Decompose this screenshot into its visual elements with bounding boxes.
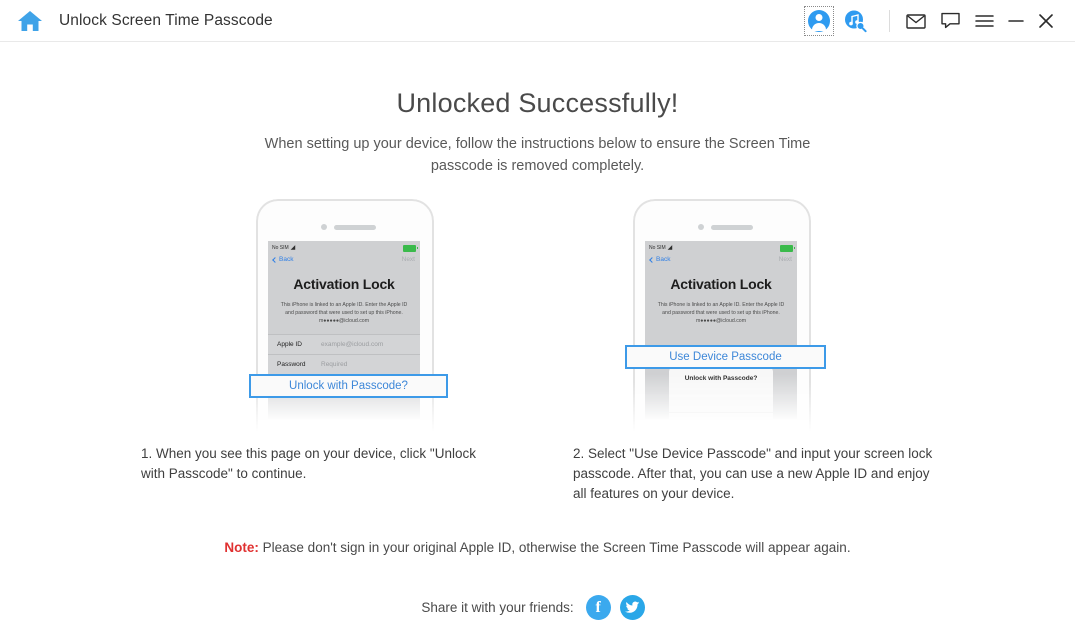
share-row: Share it with your friends: f	[0, 595, 1075, 620]
apple-id-placeholder: example@icloud.com	[321, 341, 384, 348]
success-headline: Unlocked Successfully!	[396, 88, 679, 118]
password-placeholder: Required	[321, 361, 348, 368]
status-carrier: No SIM	[272, 245, 289, 251]
camera-dot-icon	[698, 224, 704, 230]
twitter-bird-glyph	[624, 601, 640, 613]
twitter-share-icon[interactable]	[619, 595, 645, 620]
use-device-passcode-highlight[interactable]: Use Device Passcode	[625, 345, 826, 369]
facebook-share-icon[interactable]: f	[585, 595, 611, 620]
chevron-left-icon	[272, 256, 278, 263]
back-button[interactable]: Back	[272, 256, 294, 263]
alert-title: Unlock with Passcode?	[684, 375, 758, 382]
close-icon[interactable]	[1031, 6, 1061, 36]
phone-screen-left: No SIM ◢ Back Next Activation Lock This …	[268, 241, 420, 426]
password-label: Password	[277, 361, 306, 368]
music-search-icon[interactable]	[838, 6, 872, 36]
share-label: Share it with your friends:	[421, 600, 574, 615]
note-row: Note: Please don't sign in your original…	[0, 540, 1075, 555]
user-account-icon[interactable]	[804, 5, 834, 36]
activation-lock-description: This iPhone is linked to an Apple ID. En…	[280, 302, 408, 324]
step-1-caption: 1. When you see this page on your device…	[141, 446, 476, 481]
credential-fields: Apple ID example@icloud.com Password Req…	[268, 334, 420, 375]
wifi-icon: ◢	[667, 245, 673, 251]
ios-nav-bar: Back Next	[645, 253, 797, 266]
back-button[interactable]: Back	[649, 256, 671, 263]
alert-highlight-slot	[669, 390, 773, 412]
hamburger-menu-icon[interactable]	[967, 6, 1001, 36]
success-subtitle: When setting up your device, follow the …	[264, 136, 811, 174]
passcode-alert-dialog: Unlock with Passcode? Activation Lock He…	[669, 366, 773, 426]
ios-status-bar: No SIM ◢	[268, 241, 420, 253]
phone-mockup-right: No SIM ◢ Back Next Activation Lock This …	[625, 199, 826, 434]
battery-icon	[403, 244, 418, 252]
back-label: Back	[279, 256, 294, 263]
activation-lock-help-item[interactable]: Activation Lock Help	[669, 412, 773, 426]
next-button[interactable]: Next	[402, 256, 415, 263]
title-bar: Unlock Screen Time Passcode	[0, 0, 1075, 42]
activation-lock-description: This iPhone is linked to an Apple ID. En…	[657, 302, 785, 324]
ios-nav-bar: Back Next	[268, 253, 420, 266]
step-2-caption: 2. Select "Use Device Passcode" and inpu…	[573, 446, 933, 501]
unlock-with-passcode-highlight[interactable]: Unlock with Passcode?	[249, 374, 448, 398]
home-icon[interactable]	[17, 9, 43, 33]
camera-dot-icon	[321, 224, 327, 230]
battery-icon	[780, 244, 795, 252]
titlebar-actions	[800, 0, 1075, 41]
chat-bubble-icon[interactable]	[933, 6, 967, 36]
password-field[interactable]: Password Required	[268, 355, 420, 375]
apple-id-label: Apple ID	[277, 341, 302, 348]
back-label: Back	[656, 256, 671, 263]
activation-lock-title: Activation Lock	[293, 276, 395, 292]
minimize-icon[interactable]	[1001, 6, 1031, 36]
chevron-left-icon	[649, 256, 655, 263]
phone-screen-right: No SIM ◢ Back Next Activation Lock This …	[645, 241, 797, 426]
phone-mockup-left: No SIM ◢ Back Next Activation Lock This …	[249, 199, 448, 434]
note-label: Note:	[224, 540, 259, 555]
apple-id-field[interactable]: Apple ID example@icloud.com	[268, 335, 420, 355]
next-button[interactable]: Next	[779, 256, 792, 263]
speaker-grille-icon	[334, 225, 376, 230]
mail-icon[interactable]	[899, 6, 933, 36]
ios-status-bar: No SIM ◢	[645, 241, 797, 253]
activation-lock-title: Activation Lock	[670, 276, 772, 292]
status-carrier: No SIM	[649, 245, 666, 251]
page-title: Unlock Screen Time Passcode	[59, 11, 273, 29]
phone-illustrations: No SIM ◢ Back Next Activation Lock This …	[0, 199, 1075, 434]
note-text: Please don't sign in your original Apple…	[258, 540, 851, 555]
speaker-grille-icon	[711, 225, 753, 230]
toolbar-divider	[889, 9, 890, 32]
wifi-icon: ◢	[290, 245, 296, 251]
